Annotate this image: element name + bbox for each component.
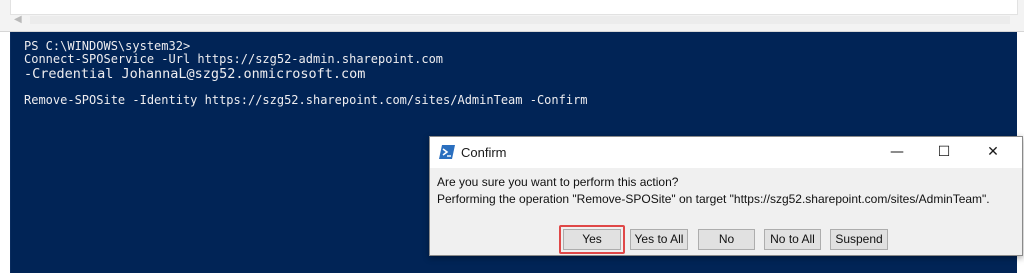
suspend-button[interactable]: Suspend bbox=[830, 229, 888, 250]
dialog-detail: Performing the operation "Remove-SPOSite… bbox=[437, 192, 990, 206]
yes-to-all-button[interactable]: Yes to All bbox=[630, 229, 688, 250]
console-line-prompt: PS C:\WINDOWS\system32> bbox=[24, 39, 191, 53]
powershell-icon bbox=[439, 145, 455, 159]
console-line-remove: Remove-SPOSite -Identity https://szg52.s… bbox=[24, 93, 588, 107]
maximize-button[interactable]: ☐ bbox=[921, 137, 967, 168]
yes-button[interactable]: Yes bbox=[563, 229, 621, 250]
no-button[interactable]: No bbox=[698, 229, 755, 250]
horizontal-scrollbar[interactable] bbox=[30, 16, 1010, 24]
address-area bbox=[10, 0, 1018, 15]
close-button[interactable]: ✕ bbox=[970, 137, 1016, 168]
confirm-dialog: Confirm — ☐ ✕ Are you sure you want to p… bbox=[429, 136, 1023, 256]
dialog-question: Are you sure you want to perform this ac… bbox=[437, 175, 679, 189]
window-top-strip: ◀ bbox=[0, 0, 1024, 32]
console-line-connect: Connect-SPOService -Url https://szg52-ad… bbox=[24, 52, 444, 66]
scroll-left-arrow-icon[interactable]: ◀ bbox=[14, 14, 26, 26]
minimize-button[interactable]: — bbox=[874, 137, 920, 168]
dialog-titlebar[interactable]: Confirm — ☐ ✕ bbox=[430, 137, 1022, 168]
console-line-credential: -Credential JohannaL@szg52.onmicrosoft.c… bbox=[24, 66, 366, 82]
dialog-title: Confirm bbox=[461, 145, 507, 160]
no-to-all-button[interactable]: No to All bbox=[764, 229, 821, 250]
